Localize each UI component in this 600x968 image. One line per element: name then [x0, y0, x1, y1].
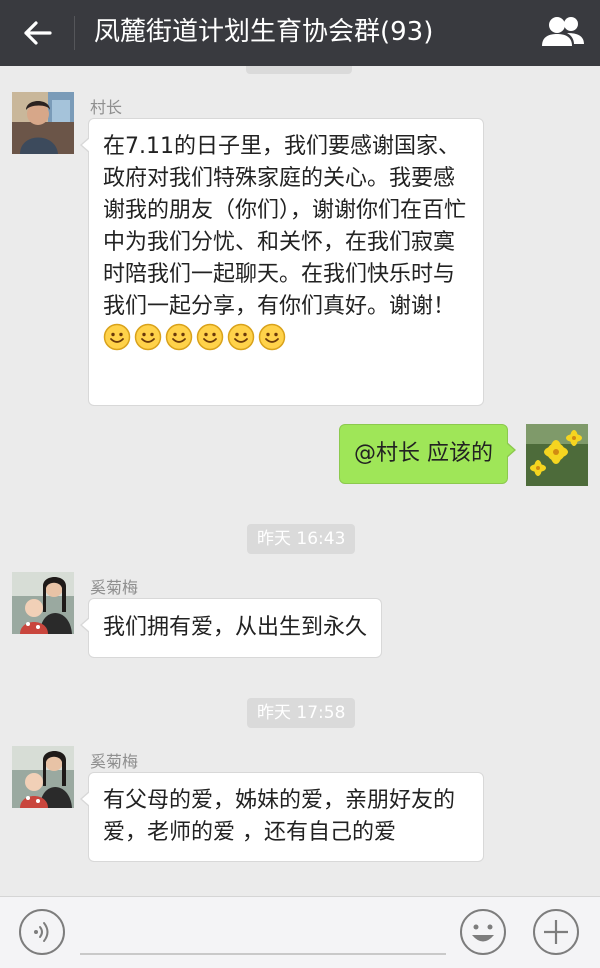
- self-avatar[interactable]: [526, 424, 588, 486]
- emoji-button[interactable]: [459, 908, 507, 956]
- more-button[interactable]: [532, 908, 580, 956]
- sender-name: 奚菊梅: [90, 578, 139, 597]
- timestamp: 昨天 16:43: [247, 524, 356, 554]
- smiley-emoji-icon: [165, 323, 193, 351]
- message-text: 有父母的爱，姊妹的爱，亲朋好友的爱，老师的爱 ，还有自己的爱: [103, 788, 456, 845]
- smiley-emoji-icon: [134, 323, 162, 351]
- message-bubble[interactable]: 有父母的爱，姊妹的爱，亲朋好友的爱，老师的爱 ，还有自己的爱: [80, 772, 484, 862]
- group-members-icon: [542, 17, 584, 46]
- message-text: @村长 应该的: [354, 441, 493, 466]
- smiley-emoji-icon: [196, 323, 224, 351]
- message-bubble[interactable]: 我们拥有爱，从出生到永久: [79, 598, 383, 658]
- arrow-left-icon: [24, 21, 52, 45]
- smiley-icon: [460, 909, 506, 955]
- message-bubble[interactable]: 在7.11的日子里，我们要感谢国家、政府对我们特殊家庭的关心。我要感谢我的朋友（…: [80, 118, 484, 406]
- voice-icon: [19, 909, 65, 955]
- chat-header: 凤麓街道计划生育协会群(93): [0, 0, 600, 66]
- avatar[interactable]: [12, 572, 74, 634]
- message-bubble-self[interactable]: @村长 应该的: [339, 424, 516, 484]
- smiley-emoji-icon: [103, 323, 131, 351]
- plus-icon: [533, 909, 579, 955]
- sender-name: 奚菊梅: [90, 752, 139, 771]
- back-button[interactable]: [14, 10, 60, 56]
- chat-title: 凤麓街道计划生育协会群(93): [94, 17, 434, 47]
- message-input[interactable]: [80, 911, 446, 955]
- voice-button[interactable]: [18, 908, 66, 956]
- chat-messages[interactable]: 村长 在7.11的日子里，我们要感谢国家、政府对我们特殊家庭的关心。我要感谢我的…: [0, 66, 600, 896]
- emoji-group: [103, 323, 289, 351]
- message-text: 我们拥有爱，从出生到永久: [103, 615, 368, 640]
- timestamp: 昨天 17:58: [247, 698, 356, 728]
- avatar[interactable]: [12, 746, 74, 808]
- smiley-emoji-icon: [258, 323, 286, 351]
- timestamp-partial: [246, 66, 352, 74]
- group-members-button[interactable]: [540, 12, 586, 54]
- smiley-emoji-icon: [227, 323, 255, 351]
- input-bar: [0, 896, 600, 968]
- header-divider: [74, 16, 75, 50]
- sender-name: 村长: [90, 98, 123, 117]
- avatar[interactable]: [12, 92, 74, 154]
- message-text: 在7.11的日子里，我们要感谢国家、政府对我们特殊家庭的关心。我要感谢我的朋友（…: [103, 134, 467, 319]
